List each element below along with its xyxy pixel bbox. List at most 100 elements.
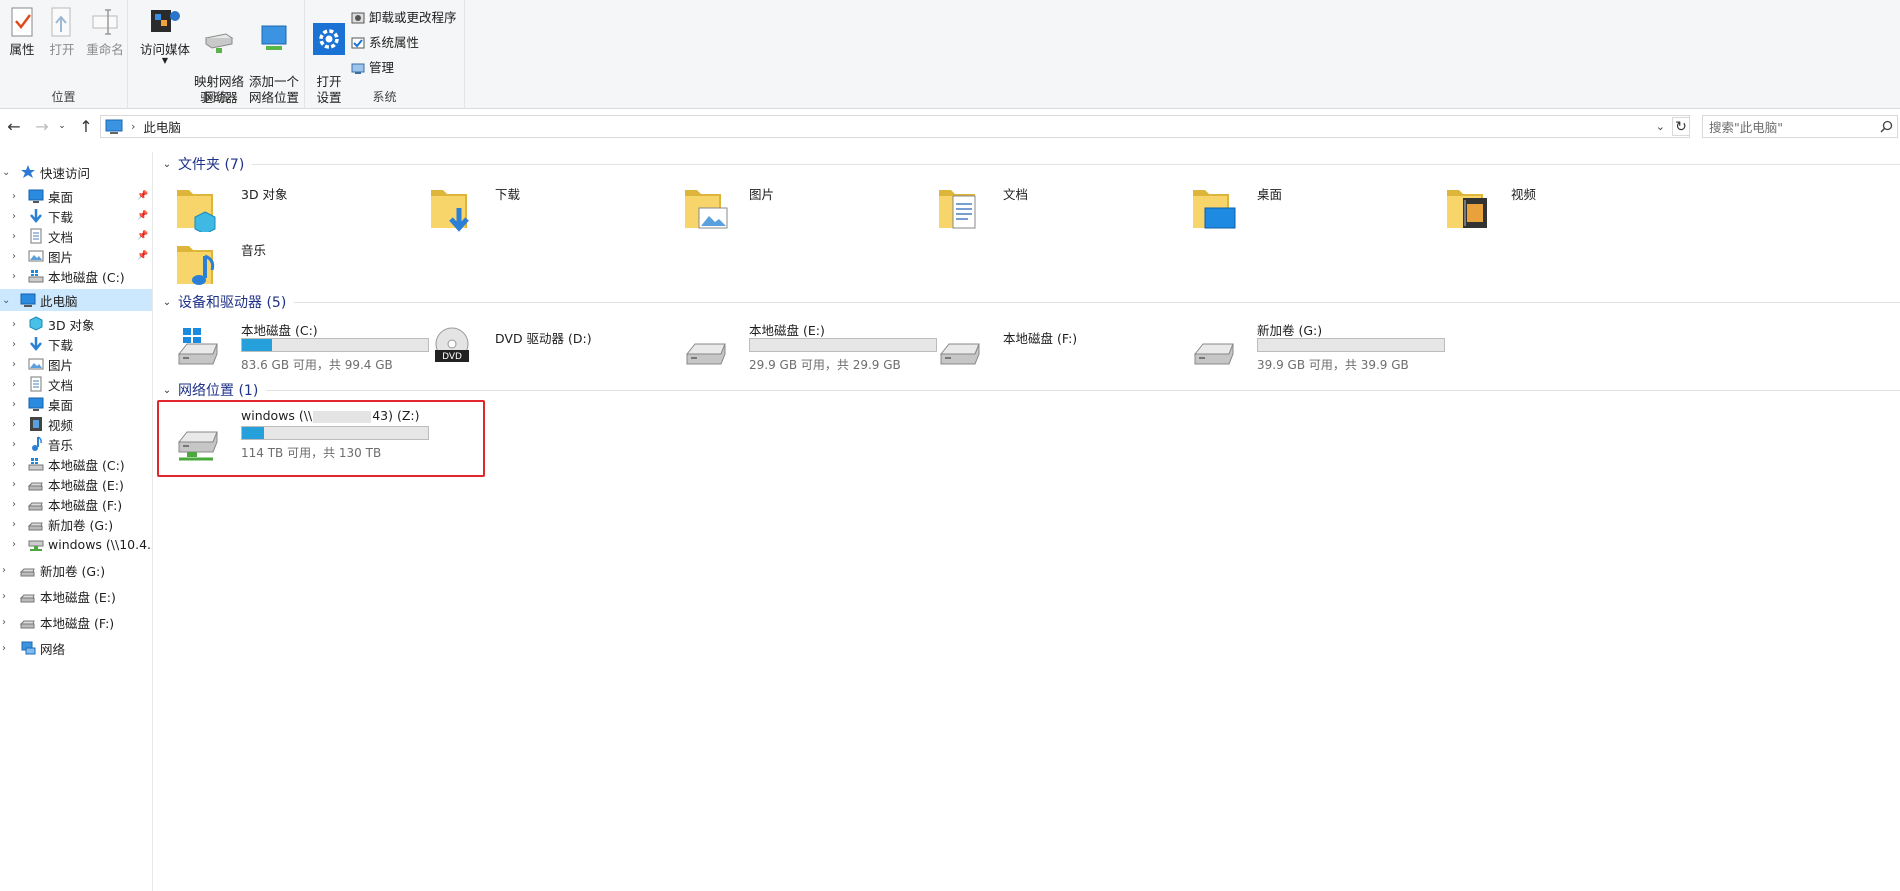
nav-item-label: 3D 对象 <box>48 317 95 333</box>
chevron-down-icon[interactable]: ⌄ <box>160 159 174 170</box>
nav-item[interactable]: › windows (\\10.4.2 <box>0 533 152 555</box>
chevron-right-icon[interactable]: › <box>12 231 16 242</box>
nav-item-label: 本地磁盘 (E:) <box>40 589 116 605</box>
nav-item[interactable]: ⌄ 此电脑 <box>0 289 152 311</box>
chevron-right-icon[interactable]: › <box>12 211 16 222</box>
nav-item[interactable]: › 新加卷 (G:) <box>0 559 152 581</box>
chevron-down-icon[interactable]: ⌄ <box>2 167 10 178</box>
windows-drive-icon <box>28 456 44 472</box>
section-header-devices[interactable]: ⌄ 设备和驱动器 (5) <box>160 292 1900 312</box>
folder-tile[interactable]: 桌面 <box>1191 182 1441 232</box>
chevron-right-icon[interactable]: › <box>2 643 6 654</box>
chevron-right-icon[interactable]: › <box>12 459 16 470</box>
chevron-right-icon[interactable]: › <box>12 479 16 490</box>
forward-button[interactable]: → <box>32 116 52 136</box>
up-button[interactable]: ↑ <box>76 116 96 136</box>
up-arrow-icon: ↑ <box>79 116 93 136</box>
address-path[interactable]: 此电脑 <box>143 117 181 136</box>
recent-locations-button[interactable]: ⌄ <box>56 116 68 136</box>
nav-item[interactable]: › 3D 对象 <box>0 313 152 335</box>
nav-item[interactable]: › 本地磁盘 (F:) <box>0 611 152 633</box>
chevron-right-icon[interactable]: › <box>12 439 16 450</box>
drive-tile[interactable]: 本地磁盘 (C:) 83.6 GB 可用，共 99.4 GB <box>175 320 429 372</box>
open-label: 打开 <box>49 42 75 57</box>
nav-item[interactable]: › 本地磁盘 (E:) <box>0 585 152 607</box>
address-dropdown-icon[interactable]: ⌄ <box>1656 120 1665 133</box>
section-title: 文件夹 (7) <box>178 157 245 173</box>
pin-icon: 📌 <box>137 251 149 261</box>
chevron-right-icon[interactable]: › <box>12 271 16 282</box>
folder-name: 文档 <box>1003 187 1029 202</box>
chevron-right-icon[interactable]: › <box>12 419 16 430</box>
address-bar[interactable]: › 此电脑 ⌄ <box>100 115 1690 138</box>
nav-item-label: 音乐 <box>48 437 74 453</box>
drive-tile[interactable]: 本地磁盘 (E:) 29.9 GB 可用，共 29.9 GB <box>683 320 937 372</box>
back-button[interactable]: ← <box>4 116 24 136</box>
nav-item[interactable]: › 桌面 📌 <box>0 185 152 207</box>
nav-item[interactable]: › 下载 📌 <box>0 205 152 227</box>
chevron-right-icon[interactable]: › <box>12 379 16 390</box>
chevron-right-icon[interactable]: › <box>2 591 6 602</box>
nav-item[interactable]: › 文档 📌 <box>0 225 152 247</box>
folder-tile[interactable]: 音乐 <box>175 238 425 288</box>
chevron-right-icon[interactable]: › <box>12 359 16 370</box>
chevron-right-icon[interactable]: › <box>12 499 16 510</box>
chevron-right-icon[interactable]: › <box>12 519 16 530</box>
system-properties-icon <box>351 37 365 49</box>
access-media-button[interactable]: 访问媒体 ▼ <box>140 6 190 65</box>
document-icon <box>28 228 44 244</box>
chevron-right-icon[interactable]: › <box>12 191 16 202</box>
chevron-right-icon[interactable]: › <box>12 539 16 550</box>
system-properties-button[interactable]: 系统属性 <box>351 34 419 52</box>
uninstall-program-button[interactable]: 卸载或更改程序 <box>351 9 457 27</box>
folder-tile[interactable]: 视频 <box>1445 182 1695 232</box>
program-icon <box>351 12 365 24</box>
drive-usage-bar <box>1257 338 1445 352</box>
nav-item[interactable]: › 桌面 <box>0 393 152 415</box>
chevron-down-icon[interactable]: ⌄ <box>160 385 174 396</box>
nav-item[interactable]: › 本地磁盘 (C:) <box>0 453 152 475</box>
star-icon <box>20 164 36 180</box>
folder-tile[interactable]: 图片 <box>683 182 933 232</box>
open-button[interactable]: 打开 <box>44 6 80 58</box>
refresh-button[interactable]: ↻ <box>1672 117 1690 136</box>
folder-name: 音乐 <box>241 243 267 258</box>
folder-name: 3D 对象 <box>241 187 288 202</box>
nav-item[interactable]: › 网络 <box>0 637 152 659</box>
drive-tile[interactable]: DVD DVD 驱动器 (D:) <box>429 320 679 370</box>
nav-item[interactable]: › 音乐 <box>0 433 152 455</box>
section-header-network[interactable]: ⌄ 网络位置 (1) <box>160 380 1900 400</box>
chevron-right-icon[interactable]: › <box>12 399 16 410</box>
chevron-right-icon[interactable]: › <box>12 339 16 350</box>
chevron-down-icon[interactable]: ⌄ <box>160 297 174 308</box>
chevron-down-icon[interactable]: ⌄ <box>2 295 10 306</box>
nav-item[interactable]: › 视频 <box>0 413 152 435</box>
folder-tile[interactable]: 文档 <box>937 182 1187 232</box>
nav-item[interactable]: ⌄ 快速访问 <box>0 161 152 183</box>
manage-button[interactable]: 管理 <box>351 59 394 77</box>
section-header-folders[interactable]: ⌄ 文件夹 (7) <box>160 154 1900 174</box>
nav-item[interactable]: › 图片 📌 <box>0 245 152 267</box>
nav-item[interactable]: › 本地磁盘 (E:) <box>0 473 152 495</box>
section-title: 设备和驱动器 (5) <box>178 295 287 311</box>
drive-tile[interactable]: 新加卷 (G:) 39.9 GB 可用，共 39.9 GB <box>1191 320 1445 372</box>
nav-item-label: 本地磁盘 (C:) <box>48 457 125 473</box>
chevron-right-icon[interactable]: › <box>12 319 16 330</box>
folder-name: 视频 <box>1511 187 1537 202</box>
properties-button[interactable]: 属性 <box>4 6 40 58</box>
chevron-right-icon[interactable]: › <box>2 617 6 628</box>
nav-item[interactable]: › 新加卷 (G:) <box>0 513 152 535</box>
folder-tile[interactable]: 下载 <box>429 182 679 232</box>
search-input[interactable]: 搜索"此电脑" <box>1702 115 1898 138</box>
rename-button[interactable]: 重命名 <box>84 6 126 58</box>
nav-item[interactable]: › 图片 <box>0 353 152 375</box>
nav-item[interactable]: › 本地磁盘 (C:) <box>0 265 152 287</box>
folder-tile[interactable]: 3D 对象 <box>175 182 425 235</box>
drive-tile[interactable]: 本地磁盘 (F:) <box>937 320 1187 370</box>
nav-item[interactable]: › 下载 <box>0 333 152 355</box>
chevron-right-icon[interactable]: › <box>12 251 16 262</box>
nav-item[interactable]: › 文档 <box>0 373 152 395</box>
chevron-right-icon[interactable]: › <box>2 565 6 576</box>
nav-item[interactable]: › 本地磁盘 (F:) <box>0 493 152 515</box>
drive-space-info: 39.9 GB 可用，共 39.9 GB <box>1257 358 1409 372</box>
